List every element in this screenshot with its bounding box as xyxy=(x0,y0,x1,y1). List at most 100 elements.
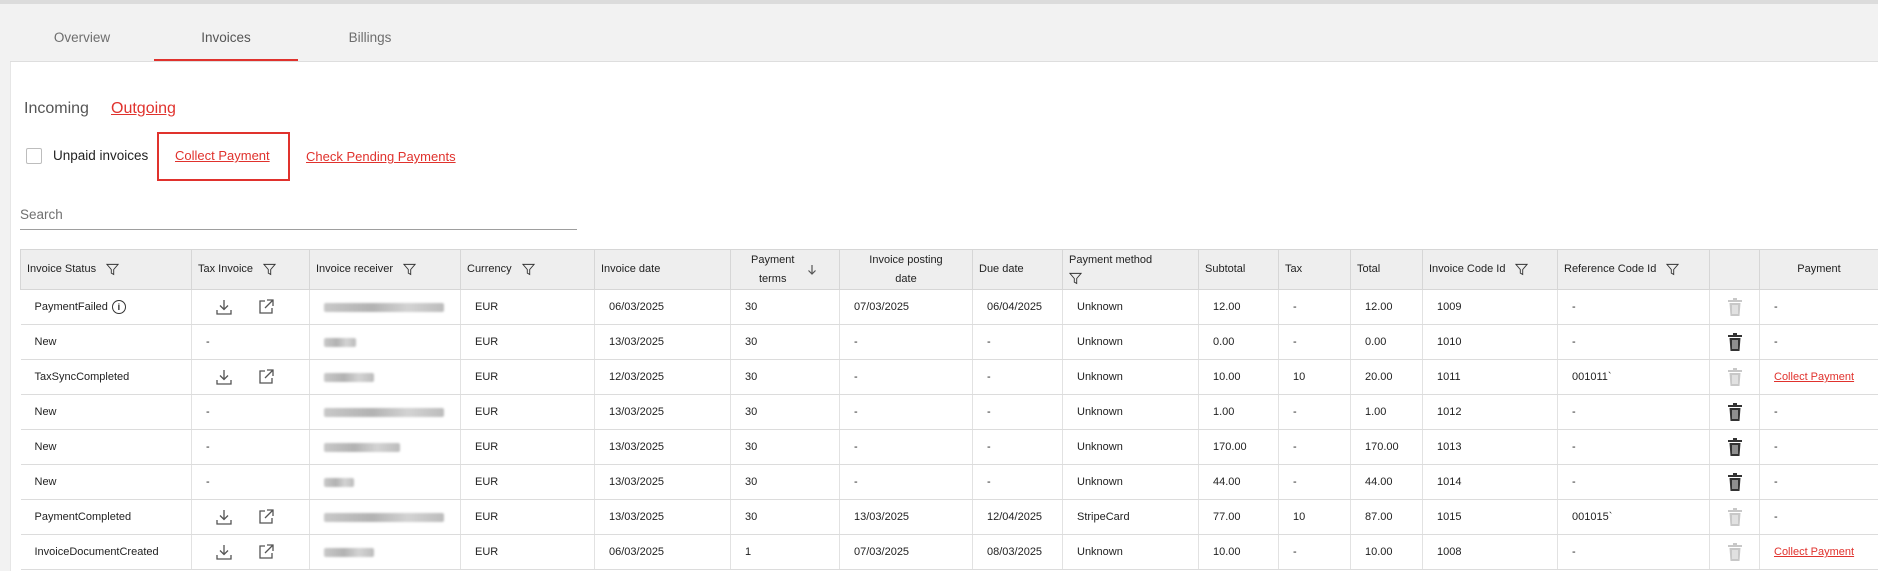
cell-payment-terms: 30 xyxy=(730,324,840,360)
cell-delete xyxy=(1709,289,1760,325)
tab-billings[interactable]: Billings xyxy=(298,4,442,61)
search-input[interactable] xyxy=(20,200,577,230)
filter-icon[interactable] xyxy=(403,263,417,276)
col-actions xyxy=(1709,249,1760,290)
col-tax[interactable]: Tax xyxy=(1278,249,1351,290)
cell-payment: Collect Payment xyxy=(1759,359,1878,395)
info-icon[interactable]: i xyxy=(111,300,126,314)
open-external-icon[interactable] xyxy=(256,542,276,562)
col-due-date[interactable]: Due date xyxy=(972,249,1063,290)
delete-icon[interactable] xyxy=(1727,297,1743,317)
cell-code-id: 1010 xyxy=(1422,324,1558,360)
redacted-receiver xyxy=(324,302,444,312)
cell-posting-date: - xyxy=(839,394,973,430)
cell-tax: 10 xyxy=(1278,359,1351,395)
download-icon[interactable] xyxy=(214,542,234,562)
cell-receiver xyxy=(309,394,461,430)
cell-total: 44.00 xyxy=(1350,464,1423,500)
check-pending-payments-link[interactable]: Check Pending Payments xyxy=(306,149,456,164)
open-external-icon[interactable] xyxy=(256,507,276,527)
incoming-link[interactable]: Incoming xyxy=(24,100,89,118)
cell-subtotal: 12.00 xyxy=(1198,289,1279,325)
invoices-table: Invoice Status Tax Invoice Invoice recei… xyxy=(20,249,1878,570)
filter-icon[interactable] xyxy=(263,263,277,276)
cell-total: 20.00 xyxy=(1350,359,1423,395)
cell-reference-id: - xyxy=(1557,429,1710,465)
table-header-row: Invoice Status Tax Invoice Invoice recei… xyxy=(20,249,1878,290)
cell-currency: EUR xyxy=(460,289,595,325)
cell-due-date: - xyxy=(972,394,1063,430)
col-label: Reference Code Id xyxy=(1564,263,1657,275)
unpaid-label: Unpaid invoices xyxy=(53,148,149,163)
tab-overview[interactable]: Overview xyxy=(10,4,154,61)
open-external-icon[interactable] xyxy=(256,297,276,317)
redacted-receiver xyxy=(324,372,374,382)
cell-reference-id: - xyxy=(1557,289,1710,325)
cell-reference-id: - xyxy=(1557,464,1710,500)
filter-icon[interactable] xyxy=(1666,263,1680,276)
cell-code-id: 1015 xyxy=(1422,499,1558,535)
delete-icon[interactable] xyxy=(1727,402,1743,422)
cell-code-id: 1012 xyxy=(1422,394,1558,430)
delete-icon[interactable] xyxy=(1727,437,1743,457)
cell-receiver xyxy=(309,464,461,500)
filter-icon[interactable] xyxy=(521,263,535,276)
cell-payment-method: Unknown xyxy=(1062,394,1199,430)
cell-code-id: 1008 xyxy=(1422,534,1558,570)
col-label: Payment method xyxy=(1069,253,1153,266)
col-label: Payment xyxy=(1797,263,1841,275)
col-label: Invoice Code Id xyxy=(1429,263,1506,275)
col-label-line1: Payment xyxy=(751,253,795,266)
col-label: Due date xyxy=(979,263,1024,275)
sort-down-icon[interactable] xyxy=(806,264,818,276)
collect-payment-row-link[interactable]: Collect Payment xyxy=(1774,371,1854,383)
download-icon[interactable] xyxy=(214,367,234,387)
open-external-icon[interactable] xyxy=(256,367,276,387)
filter-icon[interactable] xyxy=(1515,263,1529,276)
collect-payment-link[interactable]: Collect Payment xyxy=(175,148,270,163)
cell-status: TaxSyncCompleted xyxy=(20,359,192,395)
cell-receiver xyxy=(309,289,461,325)
delete-icon[interactable] xyxy=(1727,472,1743,492)
cell-tax: - xyxy=(1278,289,1351,325)
status-text: New xyxy=(34,441,57,453)
col-label-line2: terms xyxy=(758,272,787,285)
collect-payment-row-link[interactable]: Collect Payment xyxy=(1774,546,1854,558)
col-invoice-status: Invoice Status xyxy=(20,249,192,290)
cell-tax-invoice xyxy=(191,289,310,325)
outgoing-link[interactable]: Outgoing xyxy=(111,100,176,118)
download-icon[interactable] xyxy=(214,297,234,317)
col-label: Invoice receiver xyxy=(316,263,394,275)
col-invoice-date[interactable]: Invoice date xyxy=(594,249,731,290)
delete-icon[interactable] xyxy=(1727,507,1743,527)
cell-delete xyxy=(1709,394,1760,430)
status-text: PaymentCompleted xyxy=(34,511,132,523)
col-label: Currency xyxy=(467,263,512,275)
cell-reference-id: - xyxy=(1557,534,1710,570)
delete-icon[interactable] xyxy=(1727,542,1743,562)
filter-icon[interactable] xyxy=(106,263,120,276)
cell-payment-method: Unknown xyxy=(1062,324,1199,360)
filter-icon[interactable] xyxy=(1068,272,1083,285)
cell-payment: - xyxy=(1759,499,1878,535)
cell-delete xyxy=(1709,499,1760,535)
col-label: Subtotal xyxy=(1205,263,1246,275)
status-text: PaymentFailed xyxy=(34,300,108,313)
table-row: New - EUR 13/03/2025 30- - Unknown 1.00-1.00 101… xyxy=(20,394,1878,430)
col-payment-terms[interactable]: Payment terms xyxy=(730,249,840,290)
cell-delete xyxy=(1709,324,1760,360)
cell-invoice-date: 13/03/2025 xyxy=(594,324,731,360)
download-icon[interactable] xyxy=(214,507,234,527)
cell-posting-date: - xyxy=(839,429,973,465)
delete-icon[interactable] xyxy=(1727,367,1743,387)
delete-icon[interactable] xyxy=(1727,332,1743,352)
cell-status: New xyxy=(20,464,192,500)
col-posting-date[interactable]: Invoice posting date xyxy=(839,249,973,290)
cell-subtotal: 77.00 xyxy=(1198,499,1279,535)
unpaid-checkbox[interactable] xyxy=(26,148,42,164)
col-subtotal[interactable]: Subtotal xyxy=(1198,249,1279,290)
col-total[interactable]: Total xyxy=(1350,249,1423,290)
cell-due-date: 08/03/2025 xyxy=(972,534,1063,570)
cell-delete xyxy=(1709,534,1760,570)
tab-invoices[interactable]: Invoices xyxy=(154,4,298,61)
